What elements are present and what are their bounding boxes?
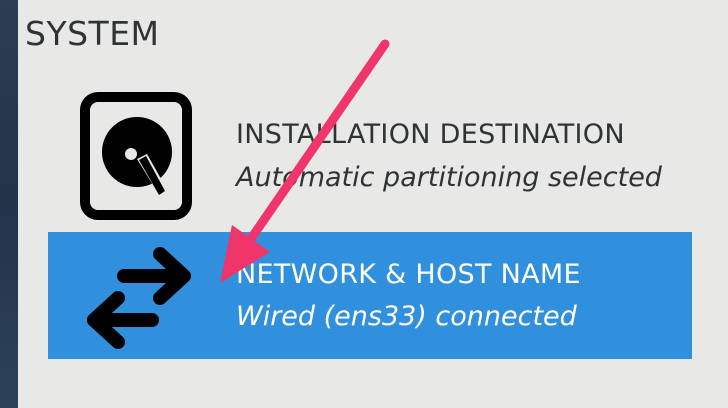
- hard-disk-icon: [80, 92, 192, 220]
- network-arrows-icon: [87, 247, 191, 349]
- window-edge: [0, 0, 18, 408]
- installation-destination-spoke[interactable]: INSTALLATION DESTINATION Automatic parti…: [48, 84, 692, 220]
- system-section: SYSTEM INSTALLATION DESTINATION Automati…: [18, 0, 728, 408]
- spoke-label: INSTALLATION DESTINATION: [236, 119, 625, 150]
- section-title: SYSTEM: [25, 14, 160, 53]
- installer-summary-screen: SYSTEM INSTALLATION DESTINATION Automati…: [0, 0, 728, 408]
- spoke-label: NETWORK & HOST NAME: [236, 259, 581, 290]
- spoke-status: Wired (ens33) connected: [236, 301, 577, 332]
- spoke-status: Automatic partitioning selected: [236, 162, 662, 193]
- network-host-name-spoke[interactable]: NETWORK & HOST NAME Wired (ens33) connec…: [48, 232, 692, 359]
